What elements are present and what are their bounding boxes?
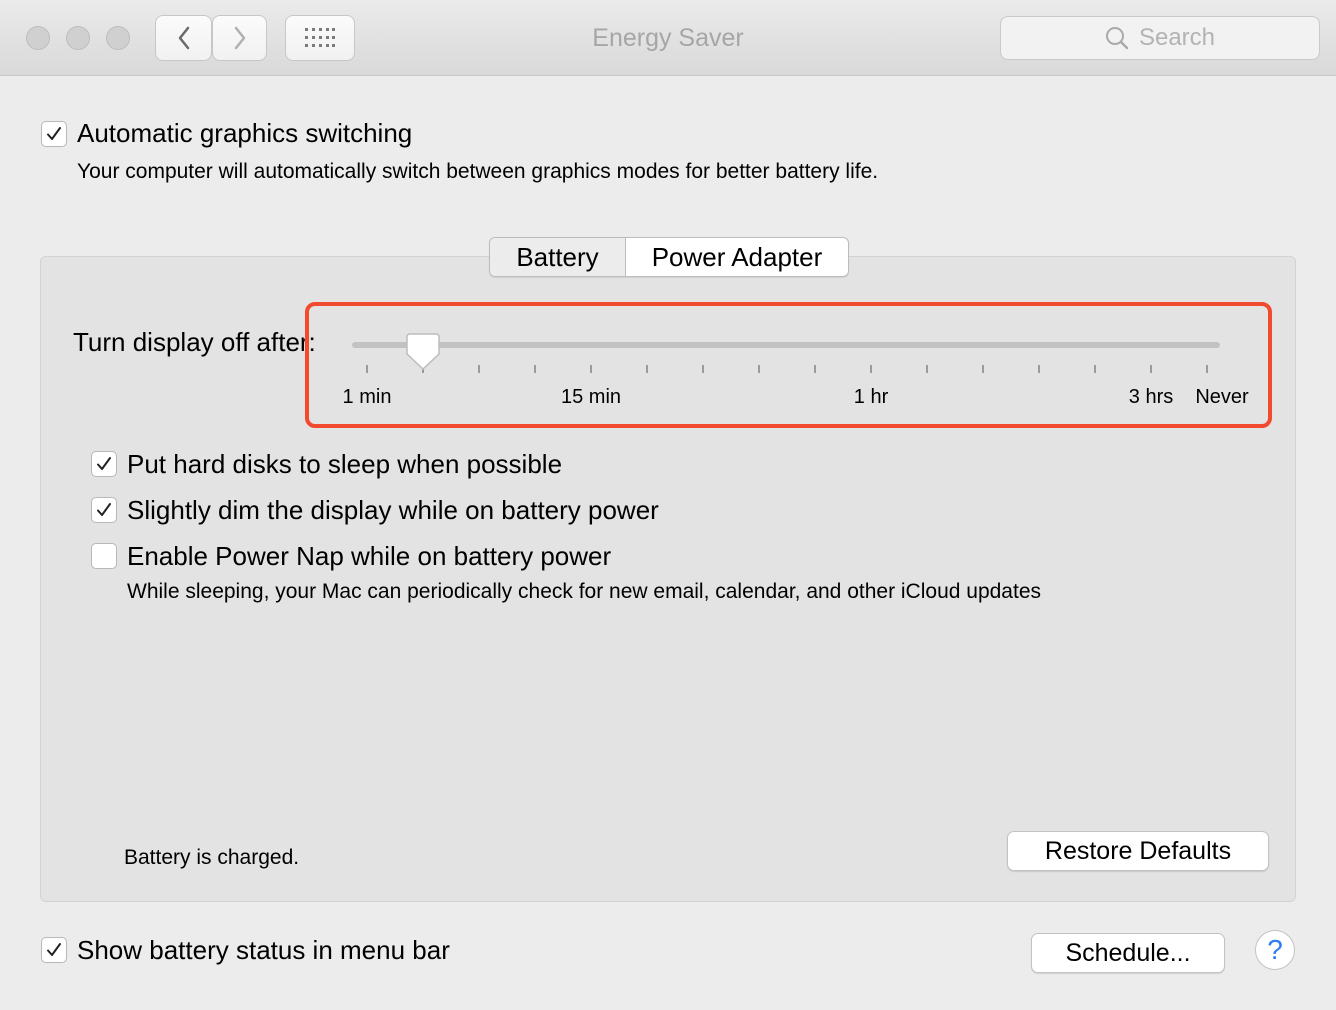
dim-display-label: Slightly dim the display while on batter… — [127, 495, 659, 525]
title-bar: Energy Saver Search — [0, 0, 1336, 76]
dim-display-checkbox[interactable] — [91, 497, 117, 523]
tab-battery-label: Battery — [516, 241, 599, 272]
hard-disk-sleep-label: Put hard disks to sleep when possible — [127, 449, 563, 479]
auto-graphics-checkbox[interactable] — [41, 121, 67, 147]
help-question-icon: ? — [1267, 934, 1283, 965]
hard-disk-sleep-checkbox[interactable] — [91, 451, 117, 477]
tab-power-adapter-label: Power Adapter — [651, 241, 823, 272]
power-nap-checkbox[interactable] — [91, 543, 117, 569]
display-sleep-label: Turn display off after: — [73, 327, 316, 357]
help-button[interactable]: ? — [1255, 930, 1295, 970]
search-icon — [1105, 27, 1129, 50]
tab-power-adapter[interactable]: Power Adapter — [626, 238, 848, 276]
chevron-left-icon — [178, 26, 189, 50]
restore-defaults-button[interactable]: Restore Defaults — [1007, 831, 1269, 871]
search-field[interactable]: Search — [1000, 16, 1320, 60]
auto-graphics-description: Your computer will automatically switch … — [77, 160, 879, 183]
grid-icon — [305, 28, 335, 47]
minimize-window-button[interactable] — [66, 26, 90, 50]
restore-defaults-label: Restore Defaults — [1044, 836, 1232, 865]
close-window-button[interactable] — [26, 26, 50, 50]
forward-button[interactable] — [212, 15, 267, 61]
back-button[interactable] — [155, 15, 212, 61]
chevron-right-icon — [234, 26, 245, 50]
show-all-button[interactable] — [285, 15, 355, 61]
menu-bar-status-checkbox[interactable] — [41, 937, 67, 963]
power-nap-description: While sleeping, your Mac can periodicall… — [127, 580, 1041, 603]
window-title: Energy Saver — [592, 24, 744, 52]
checkmark-icon — [97, 503, 111, 516]
power-source-tabs: Battery Power Adapter — [489, 237, 849, 277]
search-placeholder: Search — [1138, 24, 1216, 51]
annotation-highlight-box — [305, 302, 1272, 428]
schedule-label: Schedule... — [1065, 938, 1191, 967]
checkmark-icon — [97, 457, 111, 470]
power-nap-label: Enable Power Nap while on battery power — [127, 541, 612, 571]
menu-bar-status-label: Show battery status in menu bar — [77, 935, 450, 965]
zoom-window-button[interactable] — [106, 26, 130, 50]
checkmark-icon — [47, 127, 61, 140]
schedule-button[interactable]: Schedule... — [1031, 933, 1225, 973]
auto-graphics-label: Automatic graphics switching — [77, 118, 413, 148]
battery-status-text: Battery is charged. — [124, 846, 300, 869]
checkmark-icon — [47, 943, 61, 956]
tab-battery[interactable]: Battery — [490, 238, 626, 276]
